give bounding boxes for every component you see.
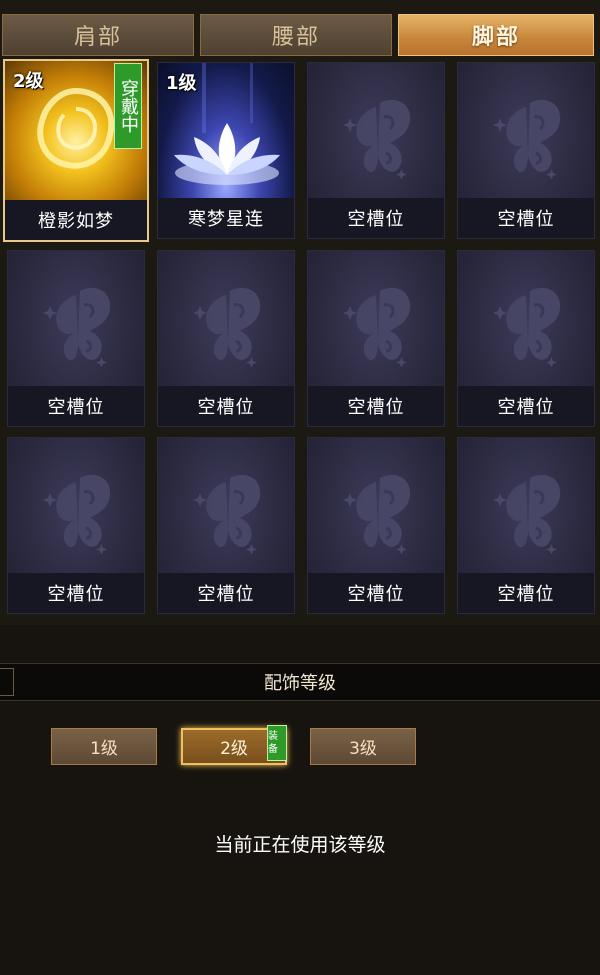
- empty-slot[interactable]: 空槽位: [307, 62, 445, 239]
- butterfly-icon: [493, 99, 561, 179]
- accessory-panel: 肩部 腰部 脚部 2级 穿戴中 橙影如梦 1级 寒梦星连 空槽位 空槽位 空槽位 空槽位 空槽位空…: [0, 0, 600, 625]
- slot-label: 空槽位: [308, 573, 444, 613]
- slot-label: 空槽位: [308, 386, 444, 426]
- status-text: 当前正在使用该等级: [214, 834, 386, 856]
- slot-label: 橙影如梦: [5, 200, 147, 240]
- empty-slot[interactable]: 空槽位: [457, 250, 595, 427]
- butterfly-icon: [343, 99, 411, 179]
- empty-slot[interactable]: 空槽位: [7, 437, 145, 614]
- tab-feet[interactable]: 脚部: [398, 14, 594, 56]
- slot-label: 空槽位: [158, 573, 294, 613]
- level-3-button[interactable]: 3级: [310, 728, 416, 765]
- level-1-button[interactable]: 1级: [51, 728, 157, 765]
- butterfly-icon: [43, 287, 111, 367]
- butterfly-icon: [343, 287, 411, 367]
- butterfly-icon: [343, 474, 411, 554]
- empty-slot[interactable]: 空槽位: [307, 250, 445, 427]
- tab-waist[interactable]: 腰部: [200, 14, 392, 56]
- butterfly-icon: [493, 474, 561, 554]
- wearing-badge: 穿戴中: [114, 63, 142, 149]
- slot-label: 空槽位: [8, 573, 144, 613]
- butterfly-icon: [193, 474, 261, 554]
- empty-slot[interactable]: 空槽位: [157, 250, 295, 427]
- butterfly-icon: [493, 287, 561, 367]
- slot-label: 空槽位: [8, 386, 144, 426]
- tab-bar: 肩部 腰部 脚部: [0, 0, 600, 60]
- slot-label: 空槽位: [158, 386, 294, 426]
- empty-slot[interactable]: 空槽位: [7, 250, 145, 427]
- slot-level-tag: 1级: [166, 73, 197, 94]
- slot-label: 空槽位: [308, 198, 444, 238]
- slot-label: 空槽位: [458, 573, 594, 613]
- section-header: 配饰等级: [0, 663, 600, 701]
- slot-label: 空槽位: [458, 386, 594, 426]
- butterfly-icon: [193, 287, 261, 367]
- tab-shoulder[interactable]: 肩部: [2, 14, 194, 56]
- section-title: 配饰等级: [264, 673, 336, 694]
- empty-slot[interactable]: 空槽位: [307, 437, 445, 614]
- slot-label: 空槽位: [458, 198, 594, 238]
- accessory-slot[interactable]: 1级寒梦星连: [157, 62, 295, 239]
- equipped-badge-text: 装备: [268, 731, 278, 755]
- butterfly-icon: [43, 474, 111, 554]
- empty-slot[interactable]: 空槽位: [457, 62, 595, 239]
- empty-slot[interactable]: 空槽位: [457, 437, 595, 614]
- accessory-slot[interactable]: 2级 穿戴中橙影如梦: [3, 59, 149, 242]
- slot-label: 寒梦星连: [158, 198, 294, 238]
- empty-slot[interactable]: 空槽位: [157, 437, 295, 614]
- slot-level-tag: 2级: [13, 71, 44, 92]
- equipped-badge: 装备: [267, 725, 287, 761]
